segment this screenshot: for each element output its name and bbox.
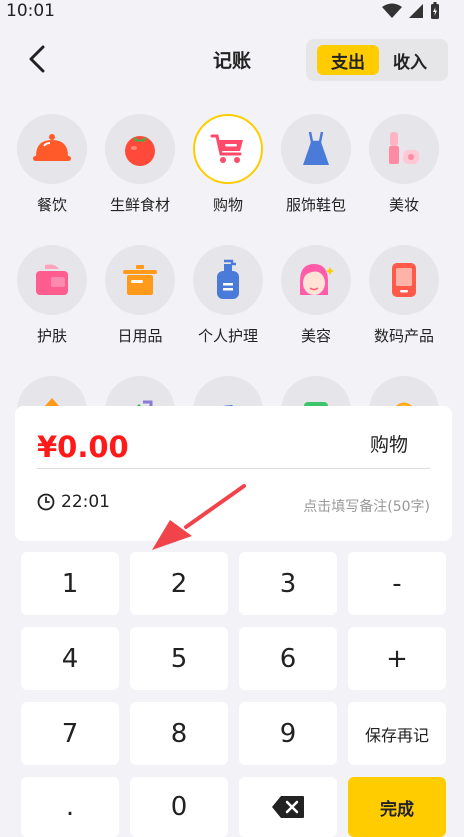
category-food[interactable]: 餐饮 bbox=[0, 112, 88, 222]
selected-category: 购物 bbox=[369, 434, 408, 456]
key-7[interactable]: 7 bbox=[21, 702, 119, 765]
key-plus[interactable]: + bbox=[348, 627, 446, 690]
category-personal-care-circle bbox=[193, 245, 263, 315]
category-daily[interactable]: 日用品 bbox=[88, 243, 176, 353]
tomato-icon bbox=[125, 136, 155, 166]
key-4[interactable]: 4 bbox=[21, 627, 119, 690]
key-0[interactable]: 0 bbox=[130, 777, 228, 837]
status-bar: 10:01 bbox=[0, 0, 464, 24]
key-3[interactable]: 3 bbox=[239, 552, 337, 615]
key-9[interactable]: 9 bbox=[239, 702, 337, 765]
battery-icon bbox=[431, 2, 439, 19]
category-personal-care[interactable]: 个人护理 bbox=[176, 243, 264, 353]
time-value: 22:01 bbox=[61, 492, 110, 512]
category-skincare[interactable]: 护肤 bbox=[0, 243, 88, 353]
key-dot[interactable]: . bbox=[21, 777, 119, 837]
category-digital[interactable]: 数码产品 bbox=[352, 243, 440, 353]
type-toggle: 支出 收入 bbox=[306, 39, 448, 81]
amount-display[interactable]: ¥0.00 bbox=[37, 430, 129, 464]
category-shopping-circle bbox=[193, 114, 263, 184]
income-tab[interactable]: 收入 bbox=[379, 45, 441, 75]
note-input[interactable]: 点击填写备注(50字) bbox=[303, 496, 430, 516]
category-makeup-circle bbox=[369, 114, 439, 184]
clock-icon bbox=[37, 493, 55, 511]
key-6[interactable]: 6 bbox=[239, 627, 337, 690]
header: 记账 支出 收入 bbox=[0, 36, 464, 84]
signal-icon bbox=[409, 4, 423, 18]
skincare-jar-icon bbox=[36, 264, 68, 295]
divider bbox=[37, 468, 430, 469]
category-beauty[interactable]: 美容 bbox=[264, 243, 352, 353]
done-button[interactable]: 完成 bbox=[348, 777, 446, 837]
category-clothing-circle bbox=[281, 114, 351, 184]
dress-icon bbox=[303, 131, 329, 165]
lipstick-icon bbox=[389, 132, 419, 164]
category-food-circle bbox=[17, 114, 87, 184]
key-8[interactable]: 8 bbox=[130, 702, 228, 765]
category-fresh[interactable]: 生鲜食材 bbox=[88, 112, 176, 222]
key-1[interactable]: 1 bbox=[21, 552, 119, 615]
backspace-button[interactable] bbox=[239, 777, 337, 837]
category-skincare-circle bbox=[17, 245, 87, 315]
category-fresh-circle bbox=[105, 114, 175, 184]
category-shopping[interactable]: 购物 bbox=[176, 112, 264, 222]
category-clothing[interactable]: 服饰鞋包 bbox=[264, 112, 352, 222]
status-icons bbox=[382, 2, 440, 20]
key-minus[interactable]: - bbox=[348, 552, 446, 615]
beauty-face-icon bbox=[300, 264, 335, 295]
key-5[interactable]: 5 bbox=[130, 627, 228, 690]
backspace-icon bbox=[272, 796, 304, 818]
category-makeup[interactable]: 美妆 bbox=[352, 112, 440, 222]
chevron-left-icon bbox=[29, 45, 45, 73]
shopping-cart-icon bbox=[210, 134, 243, 163]
food-cover-icon bbox=[33, 134, 71, 161]
wifi-icon bbox=[382, 3, 402, 18]
lotion-bottle-icon bbox=[217, 259, 239, 299]
amount-card: ¥0.00 购物 22:01 点击填写备注(50字) bbox=[15, 406, 452, 541]
key-2[interactable]: 2 bbox=[130, 552, 228, 615]
pot-icon bbox=[123, 265, 157, 295]
expense-tab[interactable]: 支出 bbox=[317, 45, 379, 75]
status-time: 10:01 bbox=[6, 1, 55, 21]
phone-icon bbox=[392, 263, 416, 297]
back-button[interactable] bbox=[22, 44, 52, 74]
time-selector[interactable]: 22:01 bbox=[37, 492, 110, 512]
category-digital-circle bbox=[369, 245, 439, 315]
category-beauty-circle bbox=[281, 245, 351, 315]
category-daily-circle bbox=[105, 245, 175, 315]
category-label: 数码产品 bbox=[373, 327, 434, 345]
save-and-continue-button[interactable]: 保存再记 bbox=[348, 702, 446, 765]
category-label: 美妆 bbox=[388, 196, 419, 214]
